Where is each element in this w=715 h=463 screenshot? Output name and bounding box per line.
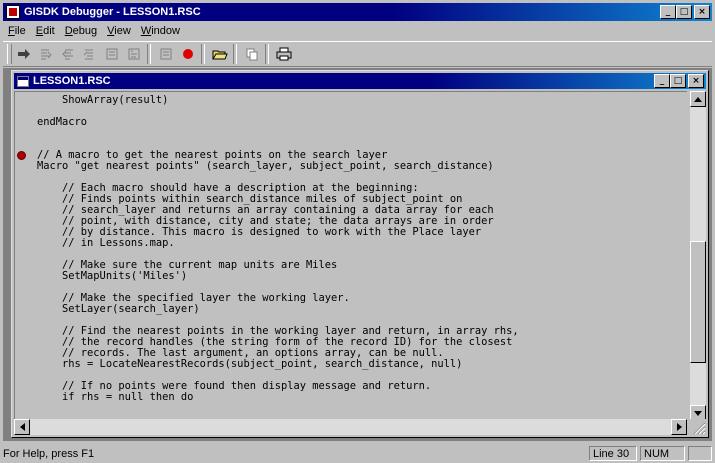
scroll-right-button[interactable] — [671, 419, 687, 435]
breakpoint-gutter[interactable] — [15, 92, 35, 421]
scroll-up-button[interactable] — [690, 91, 706, 107]
breakpoint-toggle-icon — [183, 49, 193, 59]
menu-edit[interactable]: Edit — [31, 25, 60, 37]
child-maximize-button[interactable]: □ — [670, 74, 686, 88]
arrow-down-icon — [694, 410, 702, 416]
code-line[interactable]: ShowArray(result) — [37, 95, 687, 106]
step-over-button[interactable] — [36, 44, 56, 64]
app-title-bar[interactable]: GISDK Debugger - LESSON1.RSC _ □ × — [3, 3, 712, 21]
scroll-left-button[interactable] — [14, 419, 30, 435]
menu-view[interactable]: View — [102, 25, 136, 37]
run-button[interactable] — [14, 44, 34, 64]
close-icon: × — [692, 75, 700, 86]
close-button[interactable]: × — [694, 5, 710, 19]
app-window: GISDK Debugger - LESSON1.RSC _ □ × File … — [0, 0, 715, 463]
code-line[interactable]: SetLayer(search_layer) — [37, 304, 687, 315]
minimize-button[interactable]: _ — [660, 5, 676, 19]
step-over-icon — [41, 49, 52, 60]
code-text[interactable]: ShowArray(result) endMacro// A macro to g… — [37, 92, 687, 421]
close-icon: × — [698, 6, 706, 17]
breakpoint-toggle-button[interactable] — [178, 44, 198, 64]
maximize-icon: □ — [673, 75, 683, 86]
code-line[interactable]: // in Lessons.map. — [37, 238, 687, 249]
code-line[interactable]: rhs = LocateNearestRecords(subject_point… — [37, 359, 687, 370]
source-window-title-bar[interactable]: LESSON1.RSC _ □ × — [14, 73, 706, 89]
menu-bar: File Edit Debug View Window — [3, 22, 712, 40]
document-icon[interactable] — [17, 75, 29, 87]
vertical-scrollbar[interactable] — [690, 91, 706, 421]
step-into-icon — [62, 49, 73, 60]
run-arrow-icon — [18, 49, 30, 59]
resize-grip-icon — [693, 422, 706, 435]
copy-icon — [246, 48, 258, 61]
menu-file[interactable]: File — [3, 25, 31, 37]
vertical-scroll-thumb[interactable] — [690, 241, 706, 363]
app-title: GISDK Debugger - LESSON1.RSC — [24, 6, 201, 18]
status-line-indicator: Line 30 — [589, 446, 637, 461]
toolbar-separator — [147, 44, 151, 64]
code-line[interactable] — [37, 128, 687, 139]
status-empty-panel — [688, 446, 712, 461]
maximize-button[interactable]: □ — [676, 5, 692, 19]
step-out-icon — [83, 49, 93, 60]
watch-button[interactable] — [102, 44, 122, 64]
stack-button[interactable] — [124, 44, 144, 64]
toolbar-separator — [233, 44, 237, 64]
watch-icon — [106, 48, 118, 60]
size-grip[interactable] — [690, 419, 706, 435]
open-folder-icon — [212, 50, 228, 60]
print-icon — [276, 47, 292, 61]
source-window: LESSON1.RSC _ □ × ShowArray(result) endMa… — [11, 70, 709, 438]
code-line[interactable] — [37, 106, 687, 117]
open-button[interactable] — [210, 44, 230, 64]
code-line[interactable]: endMacro — [37, 117, 687, 128]
code-line[interactable]: Macro "get nearest points" (search_layer… — [37, 161, 687, 172]
status-num-indicator: NUM — [640, 446, 685, 461]
horizontal-scrollbar[interactable] — [14, 419, 687, 435]
step-out-button[interactable] — [80, 44, 100, 64]
list-icon — [160, 48, 172, 60]
code-line[interactable]: if rhs = null then do — [37, 392, 687, 403]
arrow-up-icon — [694, 96, 702, 102]
step-into-button[interactable] — [58, 44, 78, 64]
arrow-left-icon — [19, 423, 25, 431]
source-window-title: LESSON1.RSC — [33, 75, 111, 87]
minimize-icon: _ — [665, 6, 671, 17]
toolbar-grip[interactable] — [7, 44, 12, 64]
maximize-icon: □ — [679, 6, 689, 17]
toolbar — [3, 41, 712, 67]
code-line[interactable]: SetMapUnits('Miles') — [37, 271, 687, 282]
arrow-right-icon — [676, 423, 682, 431]
minimize-icon: _ — [659, 75, 665, 86]
status-help-text: For Help, press F1 — [3, 447, 95, 460]
child-close-button[interactable]: × — [688, 74, 704, 88]
copy-button[interactable] — [242, 44, 262, 64]
status-bar: For Help, press F1 Line 30 NUM — [0, 444, 715, 463]
app-icon[interactable] — [6, 5, 20, 19]
print-button[interactable] — [274, 44, 294, 64]
breakpoint-icon[interactable] — [17, 151, 26, 160]
menu-window[interactable]: Window — [136, 25, 185, 37]
list-button[interactable] — [156, 44, 176, 64]
menu-debug[interactable]: Debug — [60, 25, 102, 37]
stack-icon — [128, 48, 140, 60]
code-editor[interactable]: ShowArray(result) endMacro// A macro to g… — [14, 91, 687, 421]
toolbar-separator — [265, 44, 269, 64]
toolbar-separator — [201, 44, 205, 64]
child-minimize-button[interactable]: _ — [654, 74, 670, 88]
